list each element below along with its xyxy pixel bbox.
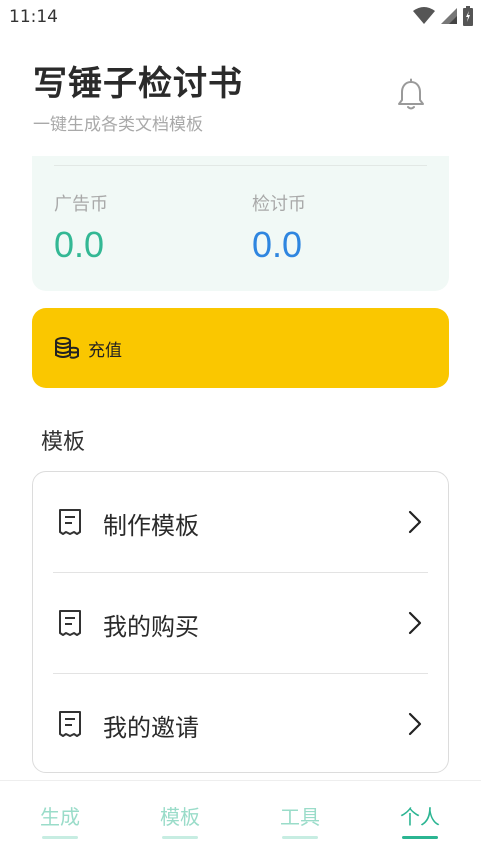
menu-item-label: 制作模板: [103, 512, 199, 540]
ad-coin-value: 0.0: [54, 224, 105, 265]
review-coin-block[interactable]: 检讨币 0.0: [252, 190, 306, 266]
battery-icon: [463, 6, 473, 26]
tab-indicator: [402, 836, 438, 839]
tab-label: 工具: [280, 805, 320, 829]
receipt-icon: [59, 509, 81, 535]
recharge-button[interactable]: 充值: [32, 308, 449, 388]
template-menu-card: 制作模板 我的购买 我的邀请: [32, 471, 449, 773]
section-title-templates: 模板: [41, 430, 86, 455]
chevron-right-icon: [408, 510, 422, 534]
tab-label: 模板: [160, 805, 200, 829]
tab-indicator: [42, 836, 78, 839]
receipt-icon: [59, 610, 81, 636]
tab-profile[interactable]: 个人: [380, 801, 460, 839]
signal-icon: [441, 8, 457, 24]
bell-icon[interactable]: [395, 78, 427, 112]
review-coin-label: 检讨币: [252, 194, 306, 215]
app-title: 写锤子检讨书: [33, 64, 243, 104]
app-header: 写锤子检讨书 一键生成各类文档模板: [0, 40, 481, 150]
tab-tools[interactable]: 工具: [260, 801, 340, 839]
status-bar: 11:14: [0, 0, 481, 34]
bottom-tab-bar: 生成 模板 工具 个人: [0, 780, 481, 856]
ad-coin-label: 广告币: [54, 194, 108, 215]
tab-generate[interactable]: 生成: [20, 801, 100, 839]
menu-item-label: 我的购买: [103, 613, 199, 641]
tab-label: 生成: [40, 805, 80, 829]
tab-indicator: [162, 836, 198, 839]
menu-item-label: 我的邀请: [103, 714, 199, 742]
review-coin-value: 0.0: [252, 224, 303, 265]
ad-coin-block[interactable]: 广告币 0.0: [54, 190, 108, 266]
receipt-icon: [59, 711, 81, 737]
wallet-card: 广告币 0.0 检讨币 0.0: [32, 156, 449, 291]
menu-item-my-invites[interactable]: 我的邀请: [33, 674, 448, 774]
status-icons: [413, 6, 473, 26]
tab-indicator: [282, 836, 318, 839]
status-time: 11:14: [9, 7, 58, 27]
wifi-icon: [413, 7, 435, 24]
menu-item-my-purchases[interactable]: 我的购买: [33, 573, 448, 673]
chevron-right-icon: [408, 611, 422, 635]
tab-label: 个人: [400, 805, 440, 829]
menu-item-make-template[interactable]: 制作模板: [33, 472, 448, 572]
app-subtitle: 一键生成各类文档模板: [33, 115, 203, 135]
chevron-right-icon: [408, 712, 422, 736]
wallet-divider: [54, 165, 427, 166]
coins-icon: [55, 337, 79, 359]
tab-templates[interactable]: 模板: [140, 801, 220, 839]
recharge-label: 充值: [88, 340, 122, 361]
